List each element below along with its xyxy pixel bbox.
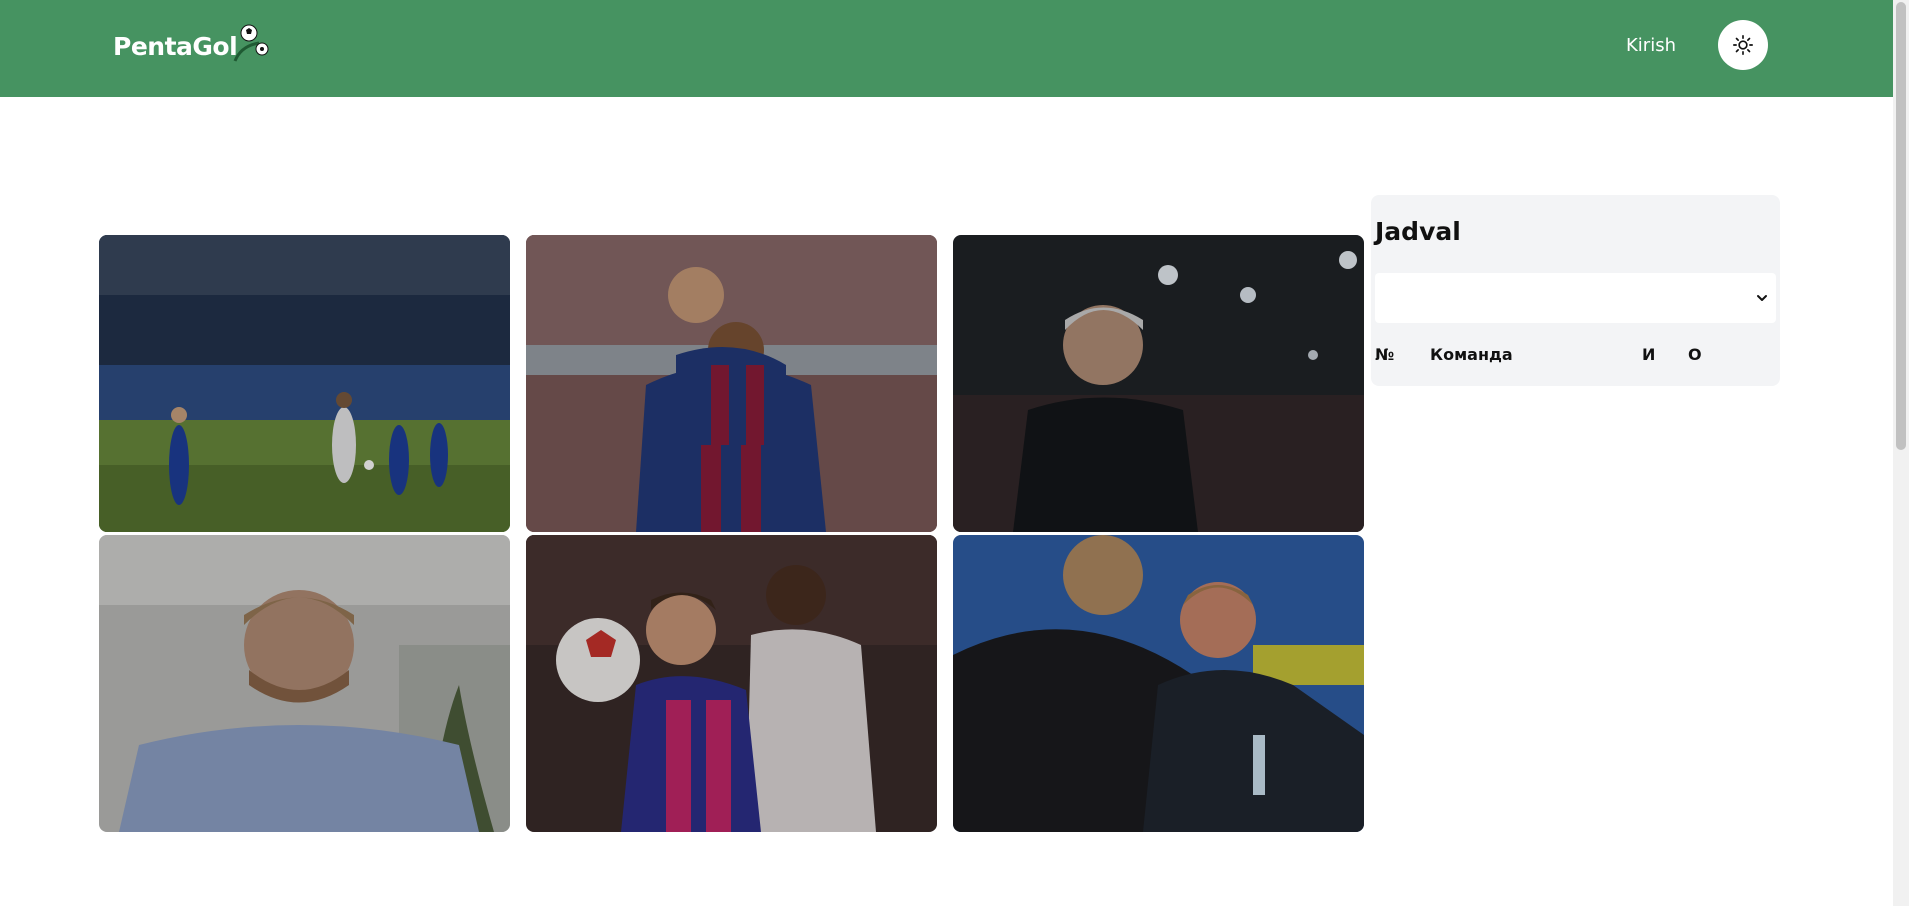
sun-icon xyxy=(1733,35,1753,55)
coaches-handshake-photo xyxy=(953,535,1364,832)
news-card-zenit-coach[interactable] xyxy=(99,535,510,832)
top-navbar: PentaGol Kirish xyxy=(0,0,1893,97)
theme-toggle-button[interactable] xyxy=(1718,20,1768,70)
zenit-coach-portrait-photo xyxy=(99,535,510,832)
news-card-coach-portrait[interactable] xyxy=(953,235,1364,532)
standings-table-header: № Команда И О xyxy=(1375,345,1775,365)
league-select[interactable] xyxy=(1375,273,1776,323)
logo-text: PentaGol xyxy=(113,31,238,61)
standings-panel: Jadval № Команда И О xyxy=(1371,195,1780,386)
barcelona-bayern-match-photo xyxy=(526,535,937,832)
news-card-match-action[interactable] xyxy=(99,235,510,532)
chevron-down-icon xyxy=(1757,295,1767,301)
soccer-balls-icon xyxy=(233,24,269,62)
column-played-header: И xyxy=(1642,345,1656,364)
column-points-header: О xyxy=(1688,345,1702,364)
coach-portrait-photo xyxy=(953,235,1364,532)
barcelona-players-celebration-photo xyxy=(526,235,937,532)
site-logo[interactable]: PentaGol xyxy=(113,24,269,64)
column-team-header: Команда xyxy=(1430,345,1513,364)
news-card-barcelona-celebration[interactable] xyxy=(526,235,937,532)
page-scrollbar-thumb[interactable] xyxy=(1896,2,1906,450)
news-card-barcelona-bayern[interactable] xyxy=(526,535,937,832)
news-image-grid xyxy=(99,235,1365,832)
column-number-header: № xyxy=(1375,345,1395,364)
standings-title: Jadval xyxy=(1375,217,1461,246)
news-card-coaches-handshake[interactable] xyxy=(953,535,1364,832)
match-action-photo xyxy=(99,235,510,532)
login-link[interactable]: Kirish xyxy=(1626,35,1676,56)
